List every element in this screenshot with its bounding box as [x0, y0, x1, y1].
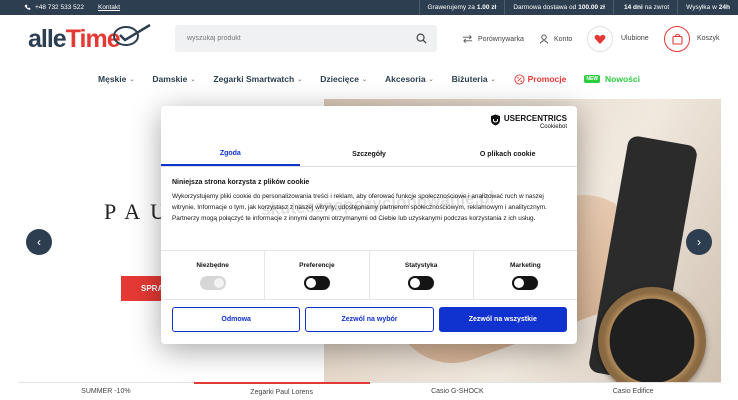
carousel-tab[interactable]: Casio Edifice	[545, 382, 721, 400]
toggle-statistics: Statystyka	[370, 251, 474, 299]
chevron-left-icon: ‹	[37, 235, 41, 249]
necessary-switch	[199, 276, 226, 290]
carousel-tab[interactable]: SUMMER -10%	[18, 382, 194, 400]
engraving-info: Grawerujemy za 1.00 zł	[418, 0, 505, 15]
chevron-down-icon: ⌄	[129, 76, 135, 83]
cart-button[interactable]	[664, 26, 690, 52]
cookiebot-logo: USERCENTRICS Cookiebot	[490, 114, 567, 130]
deny-button[interactable]: Odmowa	[172, 307, 301, 332]
nav-item-womens[interactable]: Damskie ⌄	[143, 68, 204, 90]
favorites-label[interactable]: Ulubione	[621, 35, 649, 42]
consent-buttons: Odmowa Zezwól na wybór Zezwól na wszystk…	[172, 307, 567, 332]
user-icon	[539, 34, 549, 44]
carousel-next-button[interactable]: ›	[686, 229, 712, 255]
favorites-button[interactable]	[587, 26, 613, 52]
new-badge: NEW	[584, 75, 601, 83]
nav-item-accessories[interactable]: Akcesoria ⌄	[376, 68, 443, 90]
dispatch-info: Wysyłka w 24h	[677, 0, 738, 15]
marketing-switch[interactable]	[512, 276, 539, 290]
chevron-down-icon: ⌄	[428, 76, 434, 83]
preferences-switch[interactable]	[303, 276, 330, 290]
phone-info[interactable]: +48 732 533 522	[24, 4, 84, 11]
consent-tabs: Zgoda Szczegóły O plikach cookie	[161, 142, 577, 167]
shopping-bag-icon	[671, 33, 683, 45]
phone-icon	[24, 4, 31, 10]
chevron-down-icon: ⌄	[297, 76, 303, 83]
search-icon[interactable]	[416, 33, 427, 44]
search-bar	[175, 25, 437, 52]
consent-heading: Niniejsza strona korzysta z plików cooki…	[172, 179, 310, 186]
nav-item-smartwatch[interactable]: Zegarki Smartwatch ⌄	[204, 68, 311, 90]
usercentrics-shield-icon	[490, 114, 500, 126]
nav-item-kids[interactable]: Dziecięce ⌄	[311, 68, 376, 90]
allow-all-button[interactable]: Zezwól na wszystkie	[438, 307, 567, 332]
shipping-info: Darmowa dostawa od 100.00 zł	[504, 0, 613, 15]
carousel-tab-active[interactable]: Zegarki Paul Lorens	[193, 382, 370, 400]
nav-item-jewelry[interactable]: Biżuteria ⌄	[443, 68, 505, 90]
logo-check-icon	[113, 23, 151, 46]
chevron-down-icon: ⌄	[490, 76, 496, 83]
phone-number: +48 732 533 522	[35, 4, 84, 11]
chevron-down-icon: ⌄	[190, 76, 196, 83]
contact-link[interactable]: Kontakt	[98, 4, 120, 11]
percent-badge-icon	[514, 73, 525, 85]
nav-item-new[interactable]: NEW Nowości	[575, 68, 649, 90]
carousel-tab[interactable]: Casio G-SHOCK	[369, 382, 546, 400]
toggle-preferences: Preferencje	[265, 251, 370, 299]
allow-selection-button[interactable]: Zezwól na wybór	[305, 307, 434, 332]
toggle-marketing: Marketing	[474, 251, 577, 299]
main-nav: Męskie ⌄ Damskie ⌄ Zegarki Smartwatch ⌄ Dzi…	[0, 68, 738, 90]
chevron-down-icon: ⌄	[361, 76, 367, 83]
site-header: alleTime Porównywarka Konto Ulubione Kos…	[0, 15, 738, 65]
nav-item-promotions[interactable]: Promocje	[505, 68, 576, 90]
carousel-tabs: SUMMER -10% Zegarki Paul Lorens Casio G-…	[18, 382, 721, 400]
returns-info: 14 dni na zwrot	[612, 0, 677, 15]
heart-icon	[594, 34, 606, 44]
compare-link[interactable]: Porównywarka	[462, 34, 524, 44]
consent-toggles: Niezbędne Preferencje Statystyka Marketi…	[161, 250, 577, 300]
statistics-switch[interactable]	[408, 276, 435, 290]
compare-icon	[462, 35, 473, 43]
top-bar: +48 732 533 522 Kontakt Grawerujemy za 1.…	[0, 0, 738, 15]
nav-item-mens[interactable]: Męskie ⌄	[89, 68, 143, 90]
tab-about-cookies[interactable]: O plikach cookie	[438, 142, 577, 166]
cart-label[interactable]: Koszyk	[697, 35, 720, 42]
chevron-right-icon: ›	[697, 235, 701, 249]
tab-consent[interactable]: Zgoda	[161, 142, 300, 166]
carousel-prev-button[interactable]: ‹	[26, 229, 52, 255]
cookie-consent-dialog: USERCENTRICS Cookiebot Zgoda Szczegóły O…	[161, 106, 577, 344]
account-link[interactable]: Konto	[539, 34, 572, 44]
site-logo[interactable]: alleTime	[28, 23, 151, 54]
search-input[interactable]	[175, 35, 405, 42]
toggle-necessary: Niezbędne	[161, 251, 266, 299]
tab-details[interactable]: Szczegóły	[300, 142, 439, 166]
